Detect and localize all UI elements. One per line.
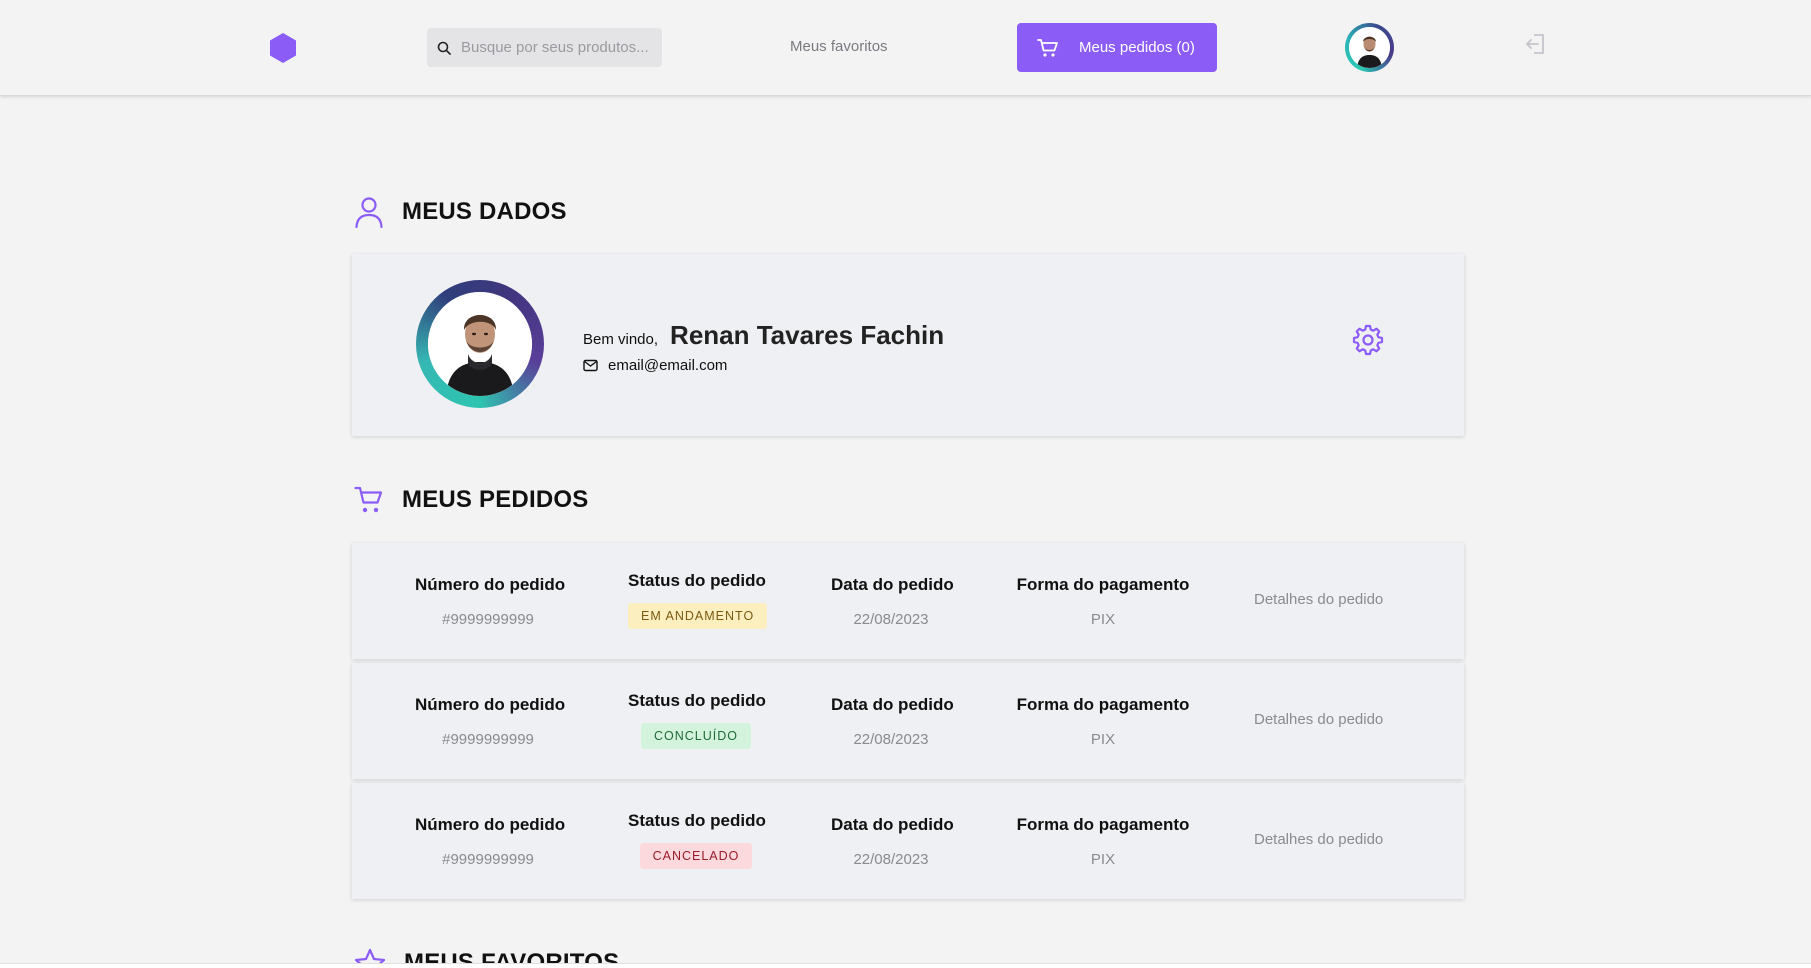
status-badge: CONCLUÍDO bbox=[640, 723, 751, 749]
order-row: Número do pedido #9999999999 Status do p… bbox=[352, 663, 1464, 779]
order-payment-cell: Forma do pagamento PIX bbox=[1016, 575, 1190, 628]
orders-section-title: MEUS PEDIDOS bbox=[402, 486, 589, 513]
mail-icon bbox=[583, 359, 598, 372]
order-number-cell: Número do pedido #9999999999 bbox=[415, 815, 566, 868]
order-status-cell: Status do pedido EM ANDAMENTO bbox=[628, 571, 768, 629]
order-payment-value: PIX bbox=[1090, 611, 1116, 628]
status-badge: CANCELADO bbox=[639, 843, 753, 869]
user-name: Renan Tavares Fachin bbox=[670, 320, 945, 350]
order-status-cell: Status do pedido CANCELADO bbox=[628, 811, 766, 869]
order-date-value: 22/08/2023 bbox=[853, 851, 929, 868]
order-payment-header: Forma do pagamento bbox=[1016, 575, 1190, 594]
profile-card: Bem vindo, Renan Tavares Fachin email@em… bbox=[352, 254, 1464, 436]
order-status-header: Status do pedido bbox=[628, 571, 766, 590]
order-payment-value: PIX bbox=[1090, 731, 1116, 748]
order-payment-header: Forma do pagamento bbox=[1016, 695, 1190, 714]
search-bar[interactable] bbox=[427, 28, 662, 67]
cart-icon bbox=[1037, 38, 1058, 57]
order-row: Número do pedido #9999999999 Status do p… bbox=[352, 543, 1464, 659]
order-payment-cell: Forma do pagamento PIX bbox=[1016, 695, 1190, 748]
top-navigation-bar: Meus favoritos Meus pedidos (0) bbox=[0, 0, 1811, 96]
order-date-cell: Data do pedido 22/08/2023 bbox=[831, 815, 954, 868]
search-icon bbox=[437, 41, 451, 55]
my-orders-button[interactable]: Meus pedidos (0) bbox=[1017, 23, 1217, 72]
order-details-link[interactable]: Detalhes do pedido bbox=[1254, 711, 1383, 728]
order-date-header: Data do pedido bbox=[831, 575, 954, 594]
order-date-header: Data do pedido bbox=[831, 815, 954, 834]
order-number-cell: Número do pedido #9999999999 bbox=[415, 575, 566, 628]
profile-photo bbox=[428, 292, 532, 396]
search-input[interactable] bbox=[461, 39, 651, 56]
order-row: Número do pedido #9999999999 Status do p… bbox=[352, 783, 1464, 899]
user-avatar[interactable] bbox=[1345, 23, 1394, 72]
order-details-link[interactable]: Detalhes do pedido bbox=[1254, 591, 1383, 608]
user-email: email@email.com bbox=[608, 357, 728, 374]
order-payment-value: PIX bbox=[1090, 851, 1116, 868]
order-number-cell: Número do pedido #9999999999 bbox=[415, 695, 566, 748]
order-number-header: Número do pedido bbox=[415, 815, 566, 834]
order-date-header: Data do pedido bbox=[831, 695, 954, 714]
order-number-value: #9999999999 bbox=[442, 851, 534, 868]
profile-section-header: MEUS DADOS bbox=[354, 196, 567, 228]
order-payment-cell: Forma do pagamento PIX bbox=[1016, 815, 1190, 868]
favorites-link[interactable]: Meus favoritos bbox=[790, 38, 888, 55]
user-icon bbox=[355, 197, 383, 228]
my-orders-label: Meus pedidos (0) bbox=[1079, 39, 1195, 56]
order-number-value: #9999999999 bbox=[442, 611, 534, 628]
gear-icon[interactable] bbox=[1352, 324, 1384, 356]
order-date-value: 22/08/2023 bbox=[853, 611, 929, 628]
welcome-block: Bem vindo, Renan Tavares Fachin bbox=[583, 320, 944, 351]
hexagon-logo-icon[interactable] bbox=[268, 32, 298, 64]
order-date-cell: Data do pedido 22/08/2023 bbox=[831, 695, 954, 748]
order-status-header: Status do pedido bbox=[628, 691, 766, 710]
order-date-value: 22/08/2023 bbox=[853, 731, 929, 748]
order-payment-header: Forma do pagamento bbox=[1016, 815, 1190, 834]
order-status-cell: Status do pedido CONCLUÍDO bbox=[628, 691, 766, 749]
logout-icon[interactable] bbox=[1524, 32, 1548, 56]
order-number-header: Número do pedido bbox=[415, 575, 566, 594]
profile-avatar bbox=[416, 280, 544, 408]
order-number-value: #9999999999 bbox=[442, 731, 534, 748]
order-date-cell: Data do pedido 22/08/2023 bbox=[831, 575, 954, 628]
status-badge: EM ANDAMENTO bbox=[628, 603, 768, 629]
profile-section-title: MEUS DADOS bbox=[402, 198, 567, 225]
order-number-header: Número do pedido bbox=[415, 695, 566, 714]
email-row: email@email.com bbox=[583, 357, 727, 374]
welcome-label: Bem vindo, bbox=[583, 331, 659, 348]
order-status-header: Status do pedido bbox=[628, 811, 766, 830]
cart-icon bbox=[354, 486, 383, 513]
orders-section-header: MEUS PEDIDOS bbox=[354, 485, 588, 515]
order-details-link[interactable]: Detalhes do pedido bbox=[1254, 831, 1383, 848]
avatar-photo bbox=[1349, 27, 1390, 68]
page-bottom-edge bbox=[0, 963, 1811, 968]
